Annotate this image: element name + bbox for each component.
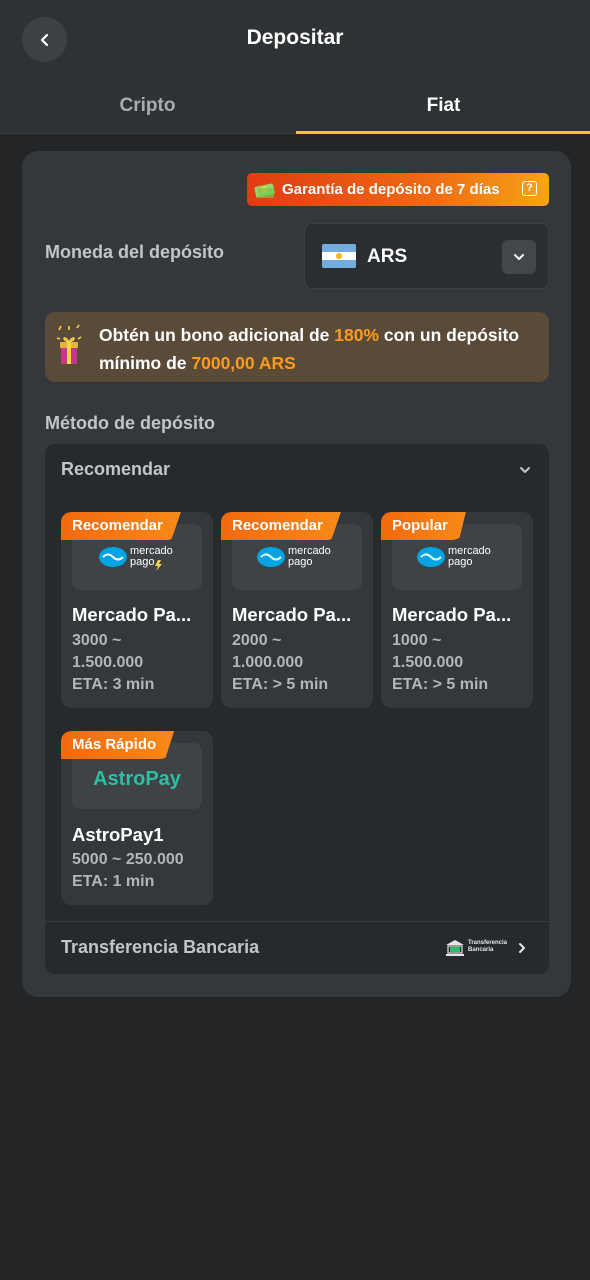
money-icon xyxy=(254,183,275,198)
method-tile-mercadopago-2[interactable]: mercado pago Recomendar Mercado Pa... 20… xyxy=(221,512,373,708)
method-range: 3000 ~ xyxy=(72,632,122,649)
tab-bar: Cripto Fiat xyxy=(0,78,590,134)
bank-transfer-row[interactable]: Transferencia Bancaria Transferencia Ban… xyxy=(45,921,549,974)
method-range: 1.500.000 xyxy=(72,654,144,671)
currency-select[interactable]: ARS xyxy=(304,223,549,289)
bonus-percent: 180% xyxy=(334,325,380,345)
bank-transfer-label: Transferencia Bancaria xyxy=(61,937,260,957)
method-tile-mercadopago-3[interactable]: mercado pago Popular Mercado Pa... 1000 … xyxy=(381,512,533,708)
method-badge: Recomendar xyxy=(221,512,341,540)
method-range: 1.000.000 xyxy=(232,654,304,671)
method-range: 2000 ~ xyxy=(232,632,282,649)
method-eta: ETA: 3 min xyxy=(72,676,155,693)
method-eta: ETA: > 5 min xyxy=(392,676,489,693)
guarantee-label: Garantía de depósito de 7 días xyxy=(282,181,500,198)
method-range: 5000 ~ 250.000 xyxy=(72,851,184,868)
svg-text:pago: pago xyxy=(288,556,312,568)
bank-icon-text-line: Bancaria xyxy=(468,947,494,953)
help-icon[interactable]: ? xyxy=(522,181,537,196)
method-tile-mercadopago-1[interactable]: mercado pago Recomendar Mercado Pa... 30… xyxy=(61,512,213,708)
gift-icon xyxy=(56,324,82,364)
svg-text:pago: pago xyxy=(448,556,472,568)
method-name: Mercado Pa... xyxy=(72,604,192,625)
methods-panel: Recomendar mercado pago Recomendar Merca… xyxy=(45,444,549,974)
method-name: Mercado Pa... xyxy=(392,604,512,625)
guarantee-banner[interactable]: Garantía de depósito de 7 días ? xyxy=(247,173,549,206)
argentina-flag-icon xyxy=(322,244,356,268)
bonus-banner: Obtén un bono adicional de 180% con un d… xyxy=(45,312,549,382)
svg-text:pago: pago xyxy=(130,556,154,568)
bank-icon-text: Transferencia Bancaria xyxy=(468,940,507,954)
currency-dropdown-button[interactable] xyxy=(502,240,536,274)
header: Depositar xyxy=(0,0,590,78)
page-title: Depositar xyxy=(246,26,344,49)
method-eta: ETA: 1 min xyxy=(72,873,155,890)
bonus-min-amount: 7000,00 ARS xyxy=(191,353,296,373)
method-range: 1000 ~ xyxy=(392,632,442,649)
tab-cripto[interactable]: Cripto xyxy=(0,78,295,134)
bank-icon xyxy=(446,940,464,956)
method-badge: Recomendar xyxy=(61,512,181,540)
currency-code: ARS xyxy=(367,246,408,267)
deposit-card: Garantía de depósito de 7 días ? Moneda … xyxy=(22,151,571,997)
bonus-text: Obtén un bono adicional de 180% con un d… xyxy=(99,321,544,377)
group-title[interactable]: Recomendar xyxy=(61,459,170,480)
chevron-right-icon xyxy=(519,943,525,953)
tab-fiat[interactable]: Fiat xyxy=(296,78,590,134)
method-name: Mercado Pa... xyxy=(232,604,352,625)
method-badge: Popular xyxy=(381,512,466,540)
method-name: AstroPay1 xyxy=(72,824,164,845)
chevron-down-icon xyxy=(514,254,524,260)
chevron-down-icon[interactable] xyxy=(519,464,531,476)
method-label: Método de depósito xyxy=(45,413,215,433)
active-tab-indicator xyxy=(296,131,590,134)
currency-label: Moneda del depósito xyxy=(45,242,225,262)
method-tile-astropay[interactable]: AstroPay Más Rápido AstroPay1 5000 ~ 250… xyxy=(61,731,213,905)
method-badge: Más Rápido xyxy=(61,731,175,759)
method-eta: ETA: > 5 min xyxy=(232,676,329,693)
method-range: 1.500.000 xyxy=(392,654,464,671)
svg-text:AstroPay: AstroPay xyxy=(93,768,182,790)
bank-icon-text-line: Transferencia xyxy=(468,940,508,946)
bonus-text-part: Obtén un bono adicional de xyxy=(99,325,335,345)
